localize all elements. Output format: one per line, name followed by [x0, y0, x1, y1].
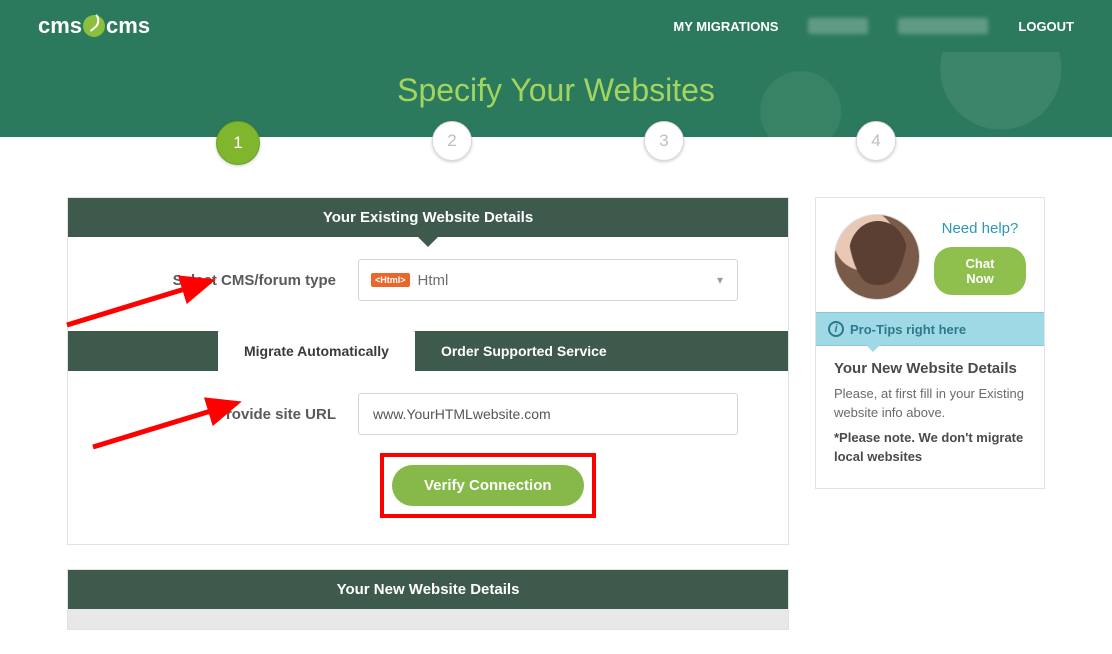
page-title: Specify Your Websites [0, 72, 1112, 109]
logo-text-right: cms [106, 13, 150, 39]
pro-tips-text: Pro-Tips right here [850, 322, 966, 337]
help-card: Need help? Chat Now i Pro-Tips right her… [815, 197, 1045, 489]
pro-tips-banner: i Pro-Tips right here [816, 312, 1044, 346]
cms-type-value: Html [418, 272, 449, 289]
side-note: *Please note. We don't migrate local web… [834, 429, 1026, 467]
html-badge-icon: <Html> [371, 273, 410, 287]
tab-order-supported-service[interactable]: Order Supported Service [415, 331, 633, 371]
chevron-down-icon: ▾ [717, 273, 723, 287]
step-4[interactable]: 4 [856, 121, 896, 161]
new-panel-header: Your New Website Details [68, 570, 788, 609]
nav-user-blur-2 [898, 18, 988, 34]
existing-website-panel: Your Existing Website Details Select CMS… [67, 197, 789, 545]
cms-type-select[interactable]: <Html> Html ▾ [358, 259, 738, 301]
annotation-highlight: Verify Connection [380, 453, 596, 518]
site-url-label: Provide site URL [94, 406, 358, 423]
top-nav: cms cms MY MIGRATIONS LOGOUT [0, 0, 1112, 52]
side-heading: Your New Website Details [834, 360, 1026, 377]
side-column: Need help? Chat Now i Pro-Tips right her… [815, 197, 1045, 489]
step-1[interactable]: 1 [216, 121, 260, 165]
tab-migrate-automatically[interactable]: Migrate Automatically [218, 327, 415, 371]
logo[interactable]: cms cms [38, 13, 150, 39]
existing-panel-header: Your Existing Website Details [68, 198, 788, 237]
logo-text-left: cms [38, 13, 82, 39]
nav-my-migrations[interactable]: MY MIGRATIONS [673, 19, 778, 34]
hero: Specify Your Websites 1 2 3 4 [0, 52, 1112, 137]
step-3[interactable]: 3 [644, 121, 684, 161]
nav-user-blur-1 [808, 18, 868, 34]
side-instruction: Please, at first fill in your Existing w… [834, 385, 1026, 423]
support-avatar [834, 214, 920, 300]
info-icon: i [828, 321, 844, 337]
migration-tabs: Migrate Automatically Order Supported Se… [68, 331, 788, 371]
logo-icon [83, 15, 105, 37]
step-indicator: 1 2 3 4 [0, 121, 1112, 165]
need-help-link[interactable]: Need help? [942, 220, 1019, 237]
select-cms-label: Select CMS/forum type [94, 272, 358, 289]
site-url-input[interactable] [358, 393, 738, 435]
new-website-panel: Your New Website Details [67, 569, 789, 630]
verify-connection-button[interactable]: Verify Connection [392, 465, 584, 506]
nav-logout[interactable]: LOGOUT [1018, 19, 1074, 34]
step-2[interactable]: 2 [432, 121, 472, 161]
chat-now-button[interactable]: Chat Now [934, 247, 1026, 295]
main-column: Your Existing Website Details Select CMS… [67, 197, 789, 654]
